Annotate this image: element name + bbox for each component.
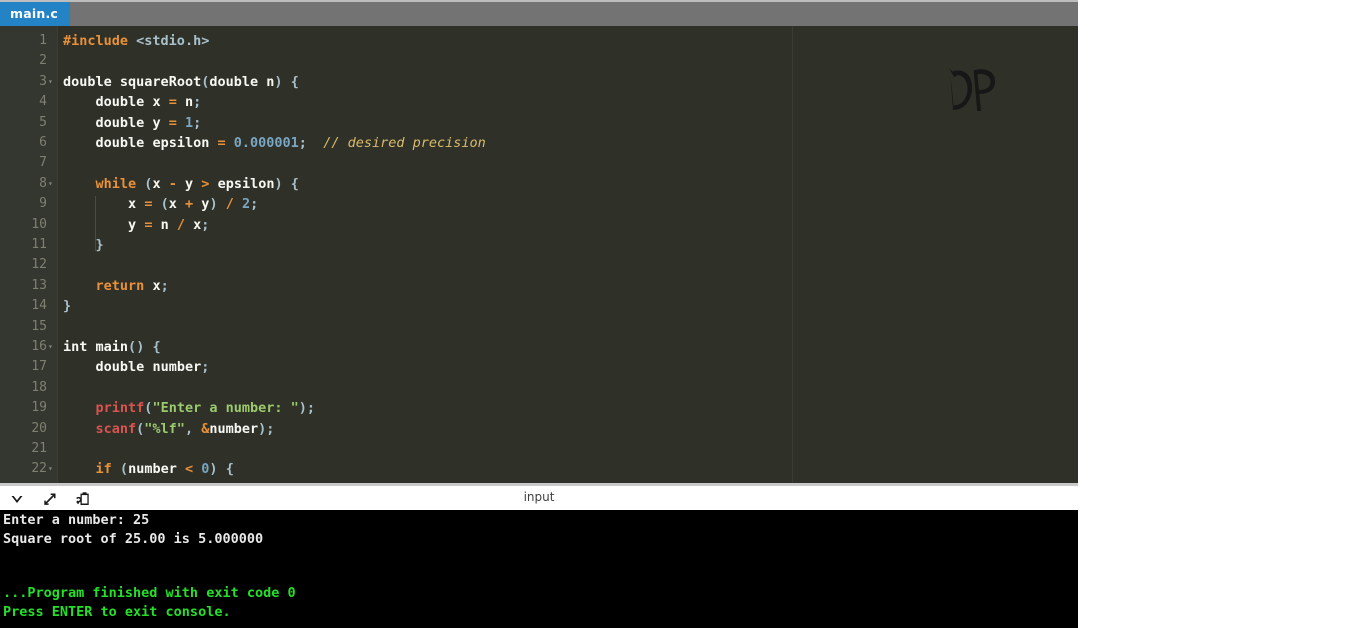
- editor-tab-bar: main.c: [0, 0, 1078, 26]
- console-line: Press ENTER to exit console.: [3, 604, 231, 620]
- console-toolbar: [8, 489, 92, 509]
- line-number-gutter: 1 2 3 ▾ 4 5 6 7 8 ▾ 9 10 11 12 13 14 15 16 ▾ 17 18 19 20 21 22 ▾: [0, 26, 57, 483]
- ide-window: main.c 1 2 3 ▾ 4 5 6 7 8 ▾ 9 10 11 12 13 14 15 16 ▾ 17 18 19 2…: [0, 0, 1078, 628]
- code-line: printf("Enter a number: ");: [95, 400, 316, 417]
- code-area[interactable]: #include <stdio.h> double squareRoot(doub…: [57, 26, 1078, 483]
- line-number: 13: [31, 277, 47, 293]
- line-number: 22: [31, 461, 47, 477]
- code-line: double y = 1;: [95, 114, 202, 131]
- code-line: }: [63, 298, 72, 315]
- line-number: 17: [31, 359, 47, 375]
- code-line: scanf("%lf", &number);: [95, 420, 275, 437]
- line-number: 12: [31, 257, 47, 273]
- code-line: #include <stdio.h>: [63, 33, 210, 49]
- line-number: 10: [31, 216, 47, 232]
- console-line: Enter a number: 25: [3, 512, 150, 528]
- line-number: 7: [39, 155, 47, 171]
- page-background: [1078, 0, 1346, 628]
- console-title: input: [523, 490, 555, 504]
- console-line: Square root of 25.00 is 5.000000: [3, 531, 264, 547]
- code-line: return x;: [95, 277, 169, 294]
- line-number: 21: [31, 441, 47, 456]
- line-number: 18: [31, 379, 47, 395]
- console-line: ...Program finished with exit code 0: [3, 585, 296, 601]
- code-line: double number;: [95, 359, 210, 376]
- line-number: 14: [31, 298, 47, 314]
- line-number: 15: [31, 318, 47, 334]
- code-line: while (x - y > epsilon) {: [95, 175, 299, 192]
- code-line: double squareRoot(double n) {: [63, 73, 299, 90]
- code-line: double epsilon = 0.000001; // desired pr…: [95, 135, 486, 151]
- code-line: y = n / x;: [128, 216, 210, 233]
- line-number: 3: [39, 73, 47, 89]
- code-line: int main() {: [63, 339, 161, 355]
- console-output[interactable]: Enter a number: 25 Square root of 25.00 i…: [0, 510, 1078, 628]
- copy-clipboard-icon[interactable]: [74, 490, 92, 508]
- line-number: 20: [31, 420, 47, 436]
- code-line: }: [95, 237, 104, 253]
- line-number: 19: [31, 400, 47, 416]
- line-number: 4: [39, 94, 47, 110]
- tab-main-c[interactable]: main.c: [0, 2, 71, 26]
- line-number: 9: [39, 196, 47, 212]
- line-number: 11: [31, 237, 47, 252]
- line-number: 5: [39, 114, 47, 130]
- line-number: 8: [39, 175, 47, 191]
- line-number: 16: [31, 339, 47, 354]
- line-number: 1: [39, 33, 47, 48]
- expand-icon[interactable]: [41, 490, 59, 508]
- code-line: x = (x + y) / 2;: [128, 196, 259, 213]
- code-line: double x = n;: [95, 94, 202, 111]
- code-editor[interactable]: 1 2 3 ▾ 4 5 6 7 8 ▾ 9 10 11 12 13 14 15 16 ▾ 17 18 19 20 21 22 ▾ …: [0, 26, 1078, 483]
- console-header: input: [0, 483, 1078, 510]
- collapse-icon[interactable]: [8, 490, 26, 508]
- line-number: 6: [39, 135, 47, 150]
- code-line: if (number < 0) {: [95, 461, 234, 478]
- indent-guide: [95, 196, 97, 252]
- line-number: 2: [39, 53, 47, 69]
